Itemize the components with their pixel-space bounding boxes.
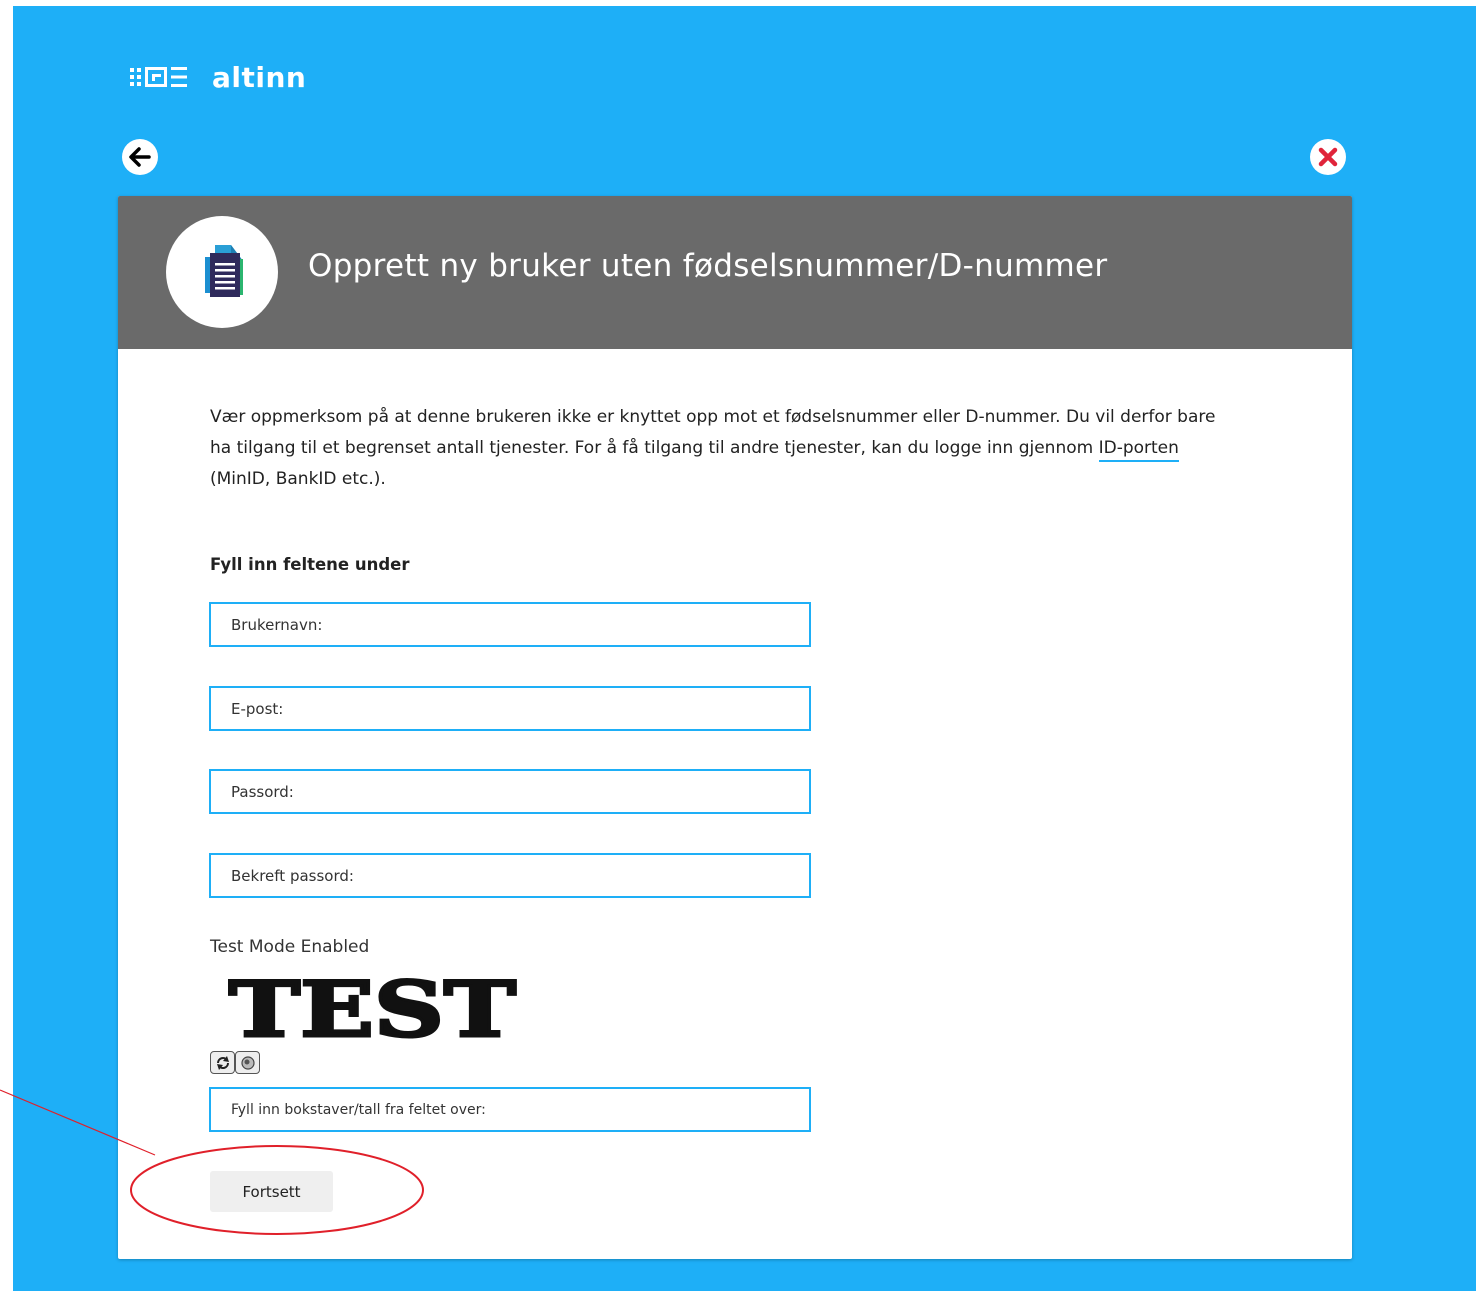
username-field[interactable]: [209, 602, 811, 647]
captcha-field[interactable]: [209, 1087, 811, 1132]
intro-text-after: (MinID, BankID etc.).: [210, 469, 386, 489]
email-input[interactable]: [211, 688, 809, 729]
arrow-left-icon: [129, 147, 151, 167]
confirm-password-field[interactable]: [209, 853, 811, 898]
page-title: Opprett ny bruker uten fødselsnummer/D-n…: [308, 248, 1108, 284]
password-input[interactable]: [211, 771, 809, 812]
continue-button[interactable]: Fortsett: [210, 1171, 333, 1212]
captcha-refresh-button[interactable]: [210, 1051, 235, 1074]
email-field[interactable]: [209, 686, 811, 731]
document-icon: [205, 245, 243, 297]
confirm-password-input[interactable]: [211, 855, 809, 896]
logo-text: altinn: [212, 60, 307, 94]
id-porten-link[interactable]: ID-porten: [1098, 438, 1179, 462]
close-icon: [1318, 147, 1338, 167]
intro-text: Vær oppmerksom på at denne brukeren ikke…: [210, 402, 1230, 495]
captcha-input[interactable]: [211, 1089, 809, 1130]
registration-card: Opprett ny bruker uten fødselsnummer/D-n…: [118, 196, 1352, 1259]
header-icon-circle: [166, 216, 278, 328]
altinn-logo-icon: [130, 67, 187, 87]
intro-text-before: Vær oppmerksom på at denne brukeren ikke…: [210, 407, 1216, 458]
card-header: Opprett ny bruker uten fødselsnummer/D-n…: [118, 196, 1352, 349]
captcha-controls: [210, 1051, 260, 1074]
password-field[interactable]: [209, 769, 811, 814]
captcha-text: TEST: [228, 974, 516, 1046]
captcha-image: TEST: [228, 974, 518, 1046]
form-section-title: Fyll inn feltene under: [210, 555, 410, 574]
captcha-audio-button[interactable]: [235, 1051, 260, 1074]
username-input[interactable]: [211, 604, 809, 645]
close-button[interactable]: [1310, 139, 1346, 175]
refresh-icon: [216, 1055, 229, 1070]
altinn-logo[interactable]: altinn: [130, 60, 306, 94]
back-button[interactable]: [122, 139, 158, 175]
speaker-icon: [240, 1055, 255, 1070]
test-mode-label: Test Mode Enabled: [210, 937, 370, 957]
